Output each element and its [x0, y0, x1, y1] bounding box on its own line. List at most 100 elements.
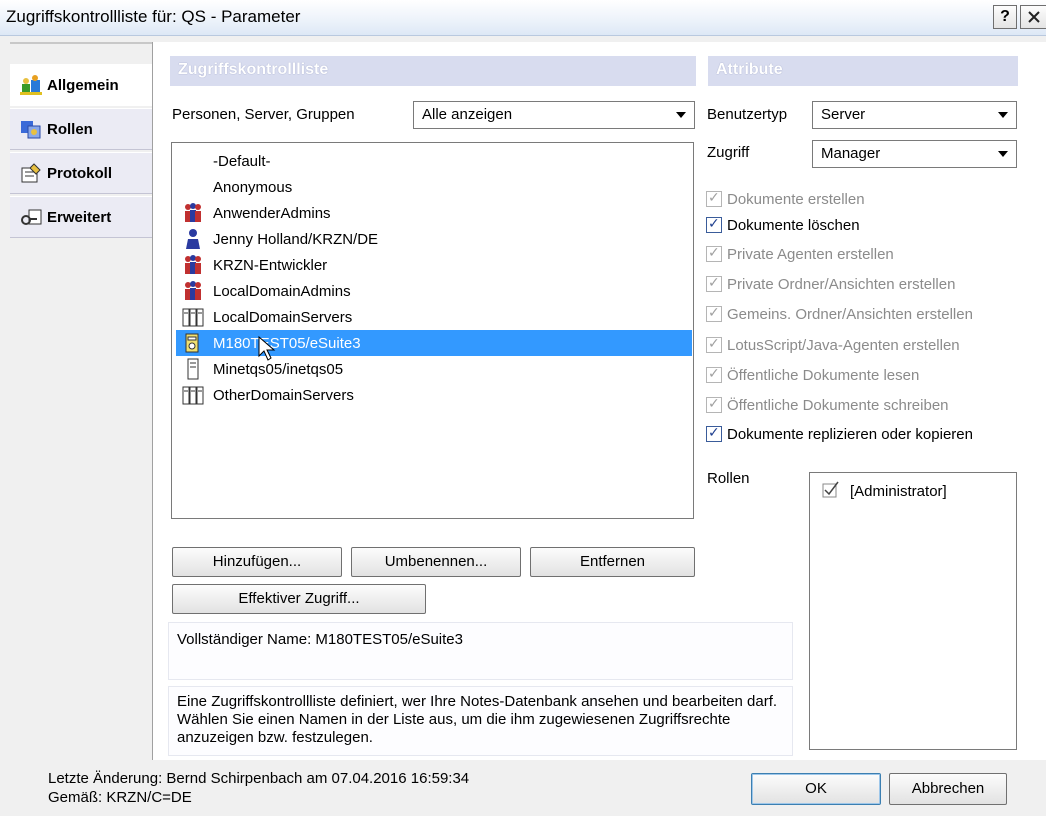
list-item-selected[interactable]: M180TEST05/eSuite3 — [176, 330, 692, 356]
server-group-icon — [182, 384, 204, 406]
list-item-label: OtherDomainServers — [213, 386, 354, 404]
ok-button[interactable]: OK — [751, 773, 881, 805]
log-icon — [20, 162, 42, 184]
list-item-label: AnwenderAdmins — [213, 204, 331, 222]
group-icon — [182, 280, 204, 302]
acl-section-header: Zugriffskontrollliste — [170, 56, 696, 86]
checkbox-label: LotusScript/Java-Agenten erstellen — [727, 336, 960, 354]
checkbox-label: Dokumente löschen — [727, 216, 860, 234]
add-button[interactable]: Hinzufügen... — [172, 547, 342, 577]
acl-description: Eine Zugriffskontrollliste definiert, we… — [168, 686, 793, 756]
access-label: Zugriff — [707, 144, 750, 161]
person-icon — [182, 228, 204, 250]
mouse-cursor-icon — [258, 336, 276, 361]
tab-label: Erweitert — [47, 208, 112, 226]
checkbox-label: Dokumente erstellen — [727, 190, 865, 208]
checkbox-label: Öffentliche Dokumente schreiben — [727, 396, 949, 414]
checkbox-delete-documents[interactable]: Dokumente löschen — [706, 212, 860, 238]
checkbox-box[interactable] — [706, 274, 722, 292]
tab-label: Protokoll — [47, 164, 113, 182]
last-change-text: Letzte Änderung: Bernd Schirpenbach am 0… — [48, 770, 470, 787]
full-name-text: Vollständiger Name: M180TEST05/eSuite3 — [177, 631, 463, 648]
server-icon — [182, 358, 204, 380]
checkbox-box[interactable] — [706, 304, 722, 322]
list-item[interactable]: AnwenderAdmins — [176, 200, 692, 226]
attributes-section-header: Attribute — [708, 56, 1018, 86]
keys-icon — [20, 206, 42, 228]
filter-select[interactable]: Alle anzeigen — [413, 101, 695, 129]
list-item[interactable]: Anonymous — [176, 174, 692, 200]
list-item-label: LocalDomainAdmins — [213, 282, 351, 300]
tab-label: Allgemein — [47, 76, 119, 94]
role-label: [Administrator] — [850, 482, 947, 500]
list-item[interactable]: LocalDomainServers — [176, 304, 692, 330]
users-icon — [20, 74, 42, 96]
checkbox-write-public[interactable]: Öffentliche Dokumente schreiben — [706, 392, 949, 418]
checkbox-label: Private Agenten erstellen — [727, 245, 894, 263]
tab-erweitert[interactable]: Erweitert — [10, 196, 152, 238]
rename-button[interactable]: Umbenennen... — [351, 547, 521, 577]
list-item[interactable]: Minetqs05/inetqs05 — [176, 356, 692, 382]
checkbox-label: Gemeins. Ordner/Ansichten erstellen — [727, 305, 973, 323]
help-button[interactable]: ? — [993, 5, 1017, 29]
checkbox-box[interactable] — [706, 215, 722, 233]
checkbox-private-agents[interactable]: Private Agenten erstellen — [706, 241, 894, 267]
checkbox-replicate[interactable]: Dokumente replizieren oder kopieren — [706, 421, 973, 447]
full-name-display: Vollständiger Name: M180TEST05/eSuite3 — [168, 622, 793, 680]
remove-button[interactable]: Entfernen — [530, 547, 695, 577]
user-type-select[interactable]: Server — [812, 101, 1017, 129]
list-item[interactable]: LocalDomainAdmins — [176, 278, 692, 304]
list-item[interactable]: Jenny Holland/KRZN/DE — [176, 226, 692, 252]
window-title: Zugriffskontrollliste für: QS - Paramete… — [6, 7, 301, 26]
list-item[interactable]: OtherDomainServers — [176, 382, 692, 408]
roles-icon — [20, 118, 42, 140]
acl-entries-list[interactable]: -Default- Anonymous AnwenderAdmins Jenny… — [171, 142, 694, 519]
list-item[interactable]: -Default- — [176, 148, 692, 174]
check-icon[interactable] — [822, 481, 842, 501]
user-type-value: Server — [821, 106, 866, 123]
checkbox-box[interactable] — [706, 189, 722, 207]
checkbox-box[interactable] — [706, 395, 722, 413]
checkbox-box[interactable] — [706, 335, 722, 353]
server-icon — [182, 332, 204, 354]
checkbox-label: Dokumente replizieren oder kopieren — [727, 425, 973, 443]
user-type-label: Benutzertyp — [707, 106, 788, 123]
cancel-button[interactable]: Abbrechen — [889, 773, 1007, 805]
list-item-label: Minetqs05/inetqs05 — [213, 360, 344, 378]
tab-allgemein[interactable]: Allgemein — [10, 64, 153, 106]
roles-list[interactable]: [Administrator] — [809, 472, 1017, 750]
group-icon — [182, 202, 204, 224]
checkbox-box[interactable] — [706, 424, 722, 442]
tab-protokoll[interactable]: Protokoll — [10, 152, 152, 194]
list-item[interactable]: KRZN-Entwickler — [176, 252, 692, 278]
checkbox-box[interactable] — [706, 244, 722, 262]
checkbox-create-documents[interactable]: Dokumente erstellen — [706, 186, 865, 212]
list-item-label: M180TEST05/eSuite3 — [213, 334, 361, 352]
list-item-label: Anonymous — [213, 178, 293, 196]
roles-label: Rollen — [707, 470, 750, 487]
list-item-label: Jenny Holland/KRZN/DE — [213, 230, 379, 248]
checkbox-label: Private Ordner/Ansichten erstellen — [727, 275, 956, 293]
checkbox-shared-folders[interactable]: Gemeins. Ordner/Ansichten erstellen — [706, 301, 973, 327]
filter-label: Personen, Server, Gruppen — [172, 106, 355, 123]
tab-label: Rollen — [47, 120, 93, 138]
role-item-administrator[interactable]: [Administrator] — [822, 481, 947, 501]
list-item-label: KRZN-Entwickler — [213, 256, 328, 274]
acl-description-text: Eine Zugriffskontrollliste definiert, we… — [177, 693, 778, 746]
group-icon — [182, 254, 204, 276]
effective-access-button[interactable]: Effektiver Zugriff... — [172, 584, 426, 614]
title-bar: Zugriffskontrollliste für: QS - Paramete… — [0, 0, 1046, 36]
access-select[interactable]: Manager — [812, 140, 1017, 168]
tab-rollen[interactable]: Rollen — [10, 108, 152, 150]
checkbox-label: Öffentliche Dokumente lesen — [727, 366, 920, 384]
close-button[interactable] — [1020, 5, 1046, 29]
checkbox-lotusscript-agents[interactable]: LotusScript/Java-Agenten erstellen — [706, 332, 960, 358]
access-value: Manager — [821, 145, 881, 162]
checkbox-private-folders[interactable]: Private Ordner/Ansichten erstellen — [706, 271, 955, 297]
according-text: Gemäß: KRZN/C=DE — [48, 789, 192, 806]
checkbox-read-public[interactable]: Öffentliche Dokumente lesen — [706, 362, 919, 388]
filter-select-value: Alle anzeigen — [422, 106, 513, 123]
checkbox-box[interactable] — [706, 365, 722, 383]
server-group-icon — [182, 306, 204, 328]
tabs-empty-area — [10, 238, 152, 760]
